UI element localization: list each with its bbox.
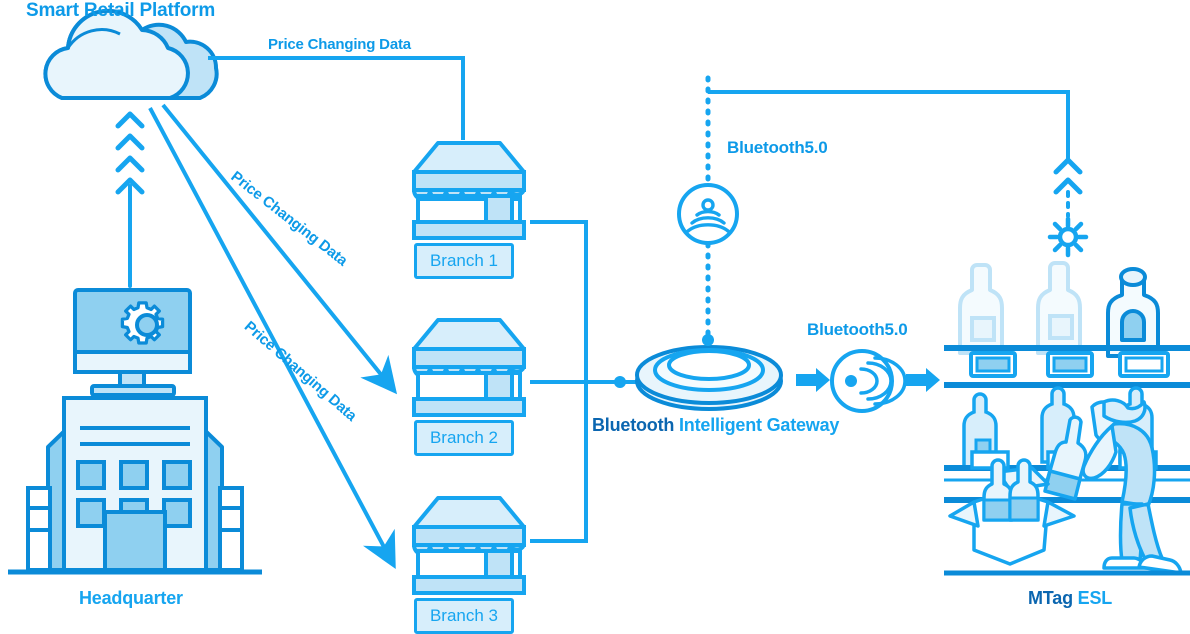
storefront-icon-2 (412, 318, 526, 417)
hq-cloud-uplink (115, 111, 145, 288)
headquarter-label: Headquarter (79, 588, 183, 608)
branch-label-3: Branch 3 (429, 606, 499, 625)
diagram-canvas: Smart Retail Platform Price Changing Dat… (0, 0, 1190, 634)
esl-uplink-chevrons (1053, 157, 1083, 218)
worker-stocking-shelf-icon (944, 386, 1190, 576)
storefront-icon-3 (412, 496, 526, 595)
branch-label-1: Branch 1 (429, 251, 499, 270)
signal-emit-circle-icon (830, 349, 907, 413)
esl-label: MTag ESL (1028, 588, 1112, 609)
diagram-graphics (8, 8, 1190, 595)
branch-label-2: Branch 2 (429, 428, 499, 447)
branch-chip-3[interactable]: Branch 3 (414, 598, 514, 634)
gateway-label: Bluetooth Intelligent Gateway (592, 415, 839, 436)
electronic-shelf-label-icon-2 (1046, 351, 1094, 378)
gear-monitor-icon (73, 288, 192, 397)
bluetooth-right-label: Bluetooth5.0 (807, 320, 908, 339)
cloud-icon (43, 8, 219, 100)
arrow-right-icon-left (796, 368, 830, 392)
price-changing-data-label-top: Price Changing Data (268, 36, 411, 53)
branch-chip-1[interactable]: Branch 1 (414, 243, 514, 279)
gateway-label-light: Intelligent Gateway (674, 415, 840, 435)
bluetooth-top-label: Bluetooth5.0 (727, 138, 828, 157)
electronic-shelf-label-icon-3 (1118, 351, 1170, 378)
esl-label-light: ESL (1072, 588, 1113, 608)
branch-chip-2[interactable]: Branch 2 (414, 420, 514, 456)
gateway-label-dark: Bluetooth (592, 415, 675, 435)
signal-waves-circle-icon (677, 183, 739, 245)
cloud-label: Smart Retail Platform (26, 0, 216, 21)
electronic-shelf-label-icon-1 (969, 351, 1017, 378)
bluetooth-link-dot (702, 334, 714, 346)
esl-label-dark: MTag (1028, 588, 1073, 608)
storefront-icon-1 (412, 141, 526, 240)
sun-gear-icon (1047, 216, 1089, 258)
arrow-right-icon-right (906, 368, 940, 392)
branch-gateway-bus (530, 220, 646, 543)
bluetooth-gateway-disc-icon (635, 345, 783, 411)
office-building-icon (8, 396, 262, 575)
